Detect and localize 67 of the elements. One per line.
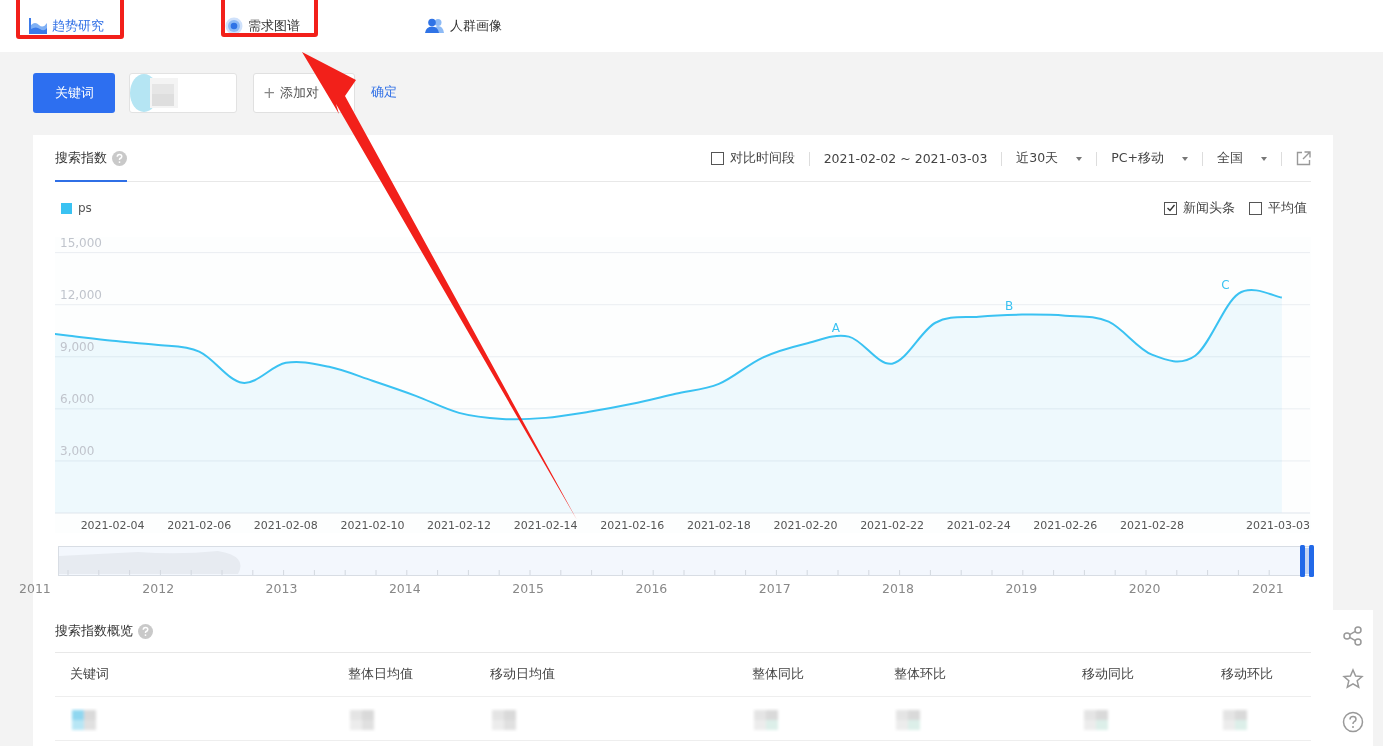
star-icon[interactable] <box>1342 668 1364 690</box>
column-header: 移动环比 <box>1221 666 1273 683</box>
range-handle[interactable] <box>1300 545 1314 577</box>
keyword-field[interactable] <box>129 73 237 113</box>
option-checkbox[interactable]: 新闻头条 <box>1164 199 1235 217</box>
year-label: 2014 <box>388 581 421 596</box>
x-axis-label: 2021-02-14 <box>513 519 578 532</box>
date-range[interactable]: 2021-02-02 ~ 2021-03-03 <box>823 151 988 166</box>
x-axis-label: 2021-02-26 <box>1033 519 1098 532</box>
year-label: 2016 <box>635 581 668 596</box>
year-label: 2020 <box>1128 581 1161 596</box>
keyword-button[interactable]: 关键词 <box>33 73 115 113</box>
column-header: 移动日均值 <box>490 666 555 683</box>
year-label: 2015 <box>512 581 544 596</box>
help-icon[interactable] <box>1342 711 1364 734</box>
year-label: 2017 <box>758 581 791 596</box>
x-axis-label: 2021-02-04 <box>80 519 145 532</box>
x-axis-label: 2021-02-12 <box>427 519 491 532</box>
option-checkbox[interactable]: 平均值 <box>1249 199 1307 217</box>
nav-tab[interactable]: 人群画像 <box>417 3 510 49</box>
column-header: 整体环比 <box>894 666 946 683</box>
column-header: 移动同比 <box>1082 666 1134 683</box>
year-label: 2013 <box>265 581 298 596</box>
year-label: 2019 <box>1005 581 1038 596</box>
checkmark-icon <box>1165 203 1176 213</box>
x-axis-label: 2021-02-20 <box>773 519 838 532</box>
confirm-link[interactable]: 确定 <box>371 83 397 101</box>
year-label: 2011 <box>19 581 51 596</box>
nav-tab[interactable]: 趋势研究 <box>21 3 217 49</box>
year-label: 2021 <box>1252 581 1284 596</box>
x-axis-label: 2021-02-10 <box>340 519 405 532</box>
column-header: 关键词 <box>70 666 109 683</box>
filter-dropdown[interactable]: PC+移动 <box>1111 150 1188 167</box>
people-icon <box>425 18 445 34</box>
year-label: 2012 <box>142 581 175 596</box>
annotation-label: B <box>1004 298 1014 313</box>
filter-dropdown[interactable]: 全国 <box>1217 150 1267 167</box>
x-axis-label: 2021-02-24 <box>946 519 1011 532</box>
y-axis-label: 12,000 <box>60 287 102 302</box>
caret-icon <box>1182 156 1188 161</box>
target-icon <box>225 17 243 35</box>
x-axis-label: 2021-03-03 <box>1246 519 1310 532</box>
nav-tab[interactable]: 需求图谱 <box>217 3 417 49</box>
x-axis-label: 2021-02-28 <box>1119 519 1184 532</box>
external-link-icon[interactable] <box>1296 151 1311 166</box>
year-label: 2018 <box>882 581 914 596</box>
x-axis-label: 2021-02-06 <box>167 519 232 532</box>
filter-dropdown[interactable]: 近30天 <box>1016 150 1083 167</box>
column-header: 整体同比 <box>752 666 804 683</box>
compare-period-checkbox[interactable]: 对比时间段 <box>710 150 795 167</box>
y-axis-label: 15,000 <box>60 237 102 250</box>
wave-chart-icon <box>29 17 47 35</box>
caret-icon <box>1076 156 1083 161</box>
search-index-tab[interactable]: 搜索指数 <box>55 149 127 182</box>
column-header: 整体日均值 <box>348 666 413 683</box>
caret-icon <box>1261 156 1267 161</box>
share-icon[interactable] <box>1342 624 1364 647</box>
annotation-label: C <box>1221 278 1230 293</box>
help-icon <box>138 623 153 639</box>
overview-title: 搜索指数概览 <box>55 622 133 640</box>
help-icon <box>112 150 127 166</box>
legend-label: ps <box>78 201 92 215</box>
x-axis-label: 2021-02-08 <box>253 519 318 532</box>
x-axis-label: 2021-02-18 <box>686 519 751 532</box>
x-axis-label: 2021-02-16 <box>600 519 665 532</box>
annotation-label: A <box>831 321 840 336</box>
x-axis-label: 2021-02-22 <box>860 519 925 532</box>
